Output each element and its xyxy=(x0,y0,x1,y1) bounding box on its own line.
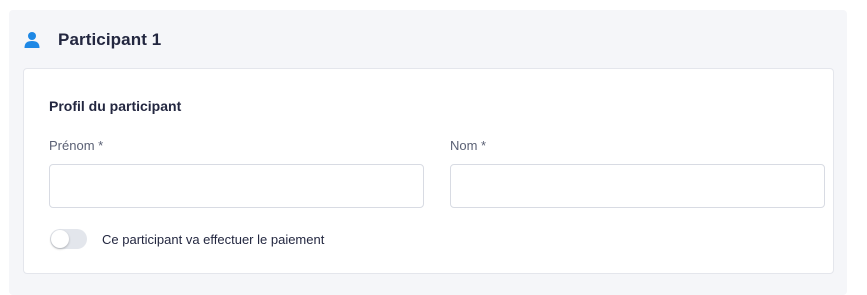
first-name-input[interactable] xyxy=(49,164,424,208)
participant-header: Participant 1 xyxy=(23,30,161,50)
participant-title: Participant 1 xyxy=(58,30,162,49)
payer-toggle-row: Ce participant va effectuer le paiement xyxy=(50,229,324,249)
first-name-label: Prénom * xyxy=(49,138,104,153)
payer-toggle-label: Ce participant va effectuer le paiement xyxy=(102,231,325,247)
toggle-knob xyxy=(51,230,69,248)
last-name-label: Nom * xyxy=(450,138,487,153)
payer-toggle[interactable] xyxy=(50,229,87,249)
participant-panel: Participant 1 Profil du participant Prén… xyxy=(9,10,847,295)
person-icon xyxy=(24,32,40,48)
participant-profile-card: Profil du participant Prénom * Nom * Ce … xyxy=(23,68,834,274)
section-title: Profil du participant xyxy=(49,98,182,114)
last-name-input[interactable] xyxy=(450,164,825,208)
